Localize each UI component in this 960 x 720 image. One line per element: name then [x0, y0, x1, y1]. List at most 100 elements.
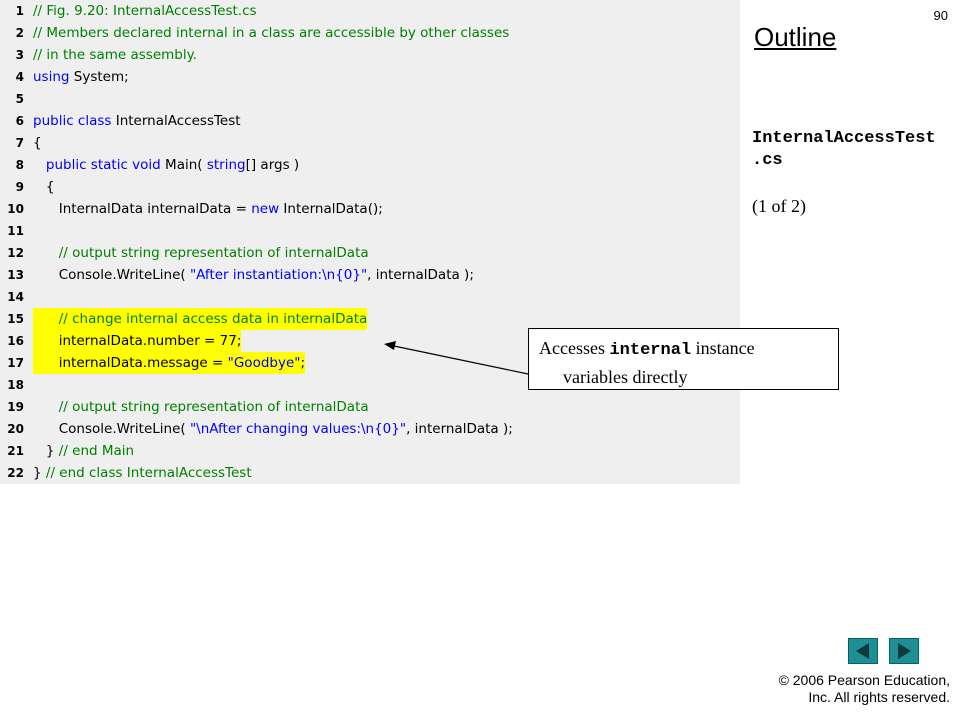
code-line: 7{ — [0, 132, 740, 154]
copyright-notice: © 2006 Pearson Education, Inc. All right… — [779, 672, 950, 706]
code-keyword: public — [33, 113, 74, 129]
code-string: "Goodbye" — [227, 355, 301, 371]
code-text: { — [33, 176, 55, 198]
previous-slide-button[interactable] — [848, 638, 878, 664]
code-line: 3 // in the same assembly. — [0, 44, 740, 66]
code-line: 8 public static void Main( string[] args… — [0, 154, 740, 176]
code-line: 22} // end class InternalAccessTest — [0, 462, 740, 484]
code-text: // output string representation of inter… — [33, 242, 369, 264]
callout-box: Accesses internal instance variables dir… — [528, 328, 839, 390]
code-text: Console.WriteLine( "After instantiation:… — [33, 264, 474, 286]
file-name-line2: .cs — [752, 151, 783, 170]
code-keyword: string — [206, 157, 246, 173]
code-line: 14 — [0, 286, 740, 308]
code-token: , internalData ); — [367, 267, 474, 283]
code-line: 13 Console.WriteLine( "After instantiati… — [0, 264, 740, 286]
callout-line2: variables directly — [563, 367, 688, 387]
line-number: 1 — [15, 4, 24, 18]
code-line: 5 — [0, 88, 740, 110]
code-listing: 1 // Fig. 9.20: InternalAccessTest.cs 2 // … — [0, 0, 740, 484]
page-number: 90 — [933, 8, 948, 23]
code-text: } // end Main — [33, 440, 134, 462]
code-text: Console.WriteLine( "\nAfter changing val… — [33, 418, 513, 440]
code-token: internalData.number = 77; — [33, 333, 242, 349]
code-comment: // in the same assembly. — [33, 47, 197, 63]
line-number: 22 — [7, 466, 24, 480]
line-number: 16 — [7, 334, 24, 348]
code-text: internalData.message = "Goodbye"; — [33, 352, 306, 374]
line-number: 14 — [7, 290, 24, 304]
copyright-line1: © 2006 Pearson Education, — [778, 672, 950, 688]
line-number: 9 — [15, 180, 24, 194]
callout-keyword: internal — [609, 341, 692, 360]
code-comment: // Members declared internal in a class … — [33, 25, 510, 41]
code-line: 19 // output string representation of in… — [0, 396, 740, 418]
code-keyword: new — [251, 201, 280, 217]
code-text: // output string representation of inter… — [33, 396, 369, 418]
outline-heading[interactable]: Outline — [754, 22, 836, 53]
line-number: 11 — [7, 224, 24, 238]
code-token: , internalData ); — [406, 421, 513, 437]
code-token: } — [33, 443, 59, 459]
part-indicator: (1 of 2) — [752, 196, 806, 216]
line-number: 5 — [15, 92, 24, 106]
line-number: 15 — [7, 312, 24, 326]
code-line: 9 { — [0, 176, 740, 198]
callout-suffix: instance — [691, 338, 755, 358]
code-token: internalData.message = — [33, 355, 228, 371]
line-number: 10 — [7, 202, 24, 216]
line-number: 19 — [7, 400, 24, 414]
code-keyword: public — [45, 157, 87, 173]
code-token: [] args ) — [245, 157, 300, 173]
code-token: Console.WriteLine( — [33, 421, 190, 437]
code-text: using System; — [33, 66, 129, 88]
code-text: InternalData internalData = new Internal… — [33, 198, 383, 220]
code-line: 12 // output string representation of in… — [0, 242, 740, 264]
code-line: 20 Console.WriteLine( "\nAfter changing … — [0, 418, 740, 440]
line-number: 4 — [15, 70, 24, 84]
code-token: { — [33, 179, 55, 195]
next-slide-button[interactable] — [889, 638, 919, 664]
code-text: // Members declared internal in a class … — [33, 22, 509, 44]
callout-prefix: Accesses — [539, 338, 610, 358]
code-token: System; — [69, 69, 129, 85]
code-keyword: class — [77, 113, 112, 129]
code-string: "\nAfter changing values:\n{0}" — [189, 421, 407, 437]
code-token: { — [33, 135, 42, 151]
code-line: 6 public class InternalAccessTest — [0, 110, 740, 132]
code-text: internalData.number = 77; — [33, 330, 242, 352]
code-string: "After instantiation:\n{0}" — [189, 267, 368, 283]
code-token: InternalAccessTest — [111, 113, 241, 129]
code-token: ; — [300, 355, 306, 371]
code-keyword: using — [33, 69, 70, 85]
code-text: public class InternalAccessTest — [33, 110, 241, 132]
code-token: Console.WriteLine( — [33, 267, 190, 283]
triangle-right-icon — [898, 643, 911, 659]
code-token: InternalData(); — [279, 201, 383, 217]
line-number: 6 — [15, 114, 24, 128]
file-name-line1: InternalAccessTest — [752, 129, 936, 148]
code-line: 1 // Fig. 9.20: InternalAccessTest.cs — [0, 0, 740, 22]
code-comment: // Fig. 9.20: InternalAccessTest.cs — [33, 3, 257, 19]
code-line: 10 InternalData internalData = new Inter… — [0, 198, 740, 220]
code-keyword: void — [132, 157, 161, 173]
copyright-line2: Inc. All rights reserved. — [808, 689, 950, 705]
code-comment: // output string representation of inter… — [58, 245, 369, 261]
line-number: 2 — [15, 26, 24, 40]
code-token: } — [33, 465, 46, 481]
callout-line1: Accesses internal instance — [539, 335, 828, 364]
line-number: 20 — [7, 422, 24, 436]
file-name: InternalAccessTest .cs — [752, 128, 936, 172]
line-number: 7 — [15, 136, 24, 150]
code-token: InternalData internalData = — [33, 201, 252, 217]
code-text: public static void Main( string[] args ) — [33, 154, 299, 176]
code-keyword: static — [90, 157, 128, 173]
code-comment: // output string representation of inter… — [58, 399, 369, 415]
line-number: 21 — [7, 444, 24, 458]
code-token: Main( — [160, 157, 207, 173]
line-number: 3 — [15, 48, 24, 62]
code-line: 11 — [0, 220, 740, 242]
